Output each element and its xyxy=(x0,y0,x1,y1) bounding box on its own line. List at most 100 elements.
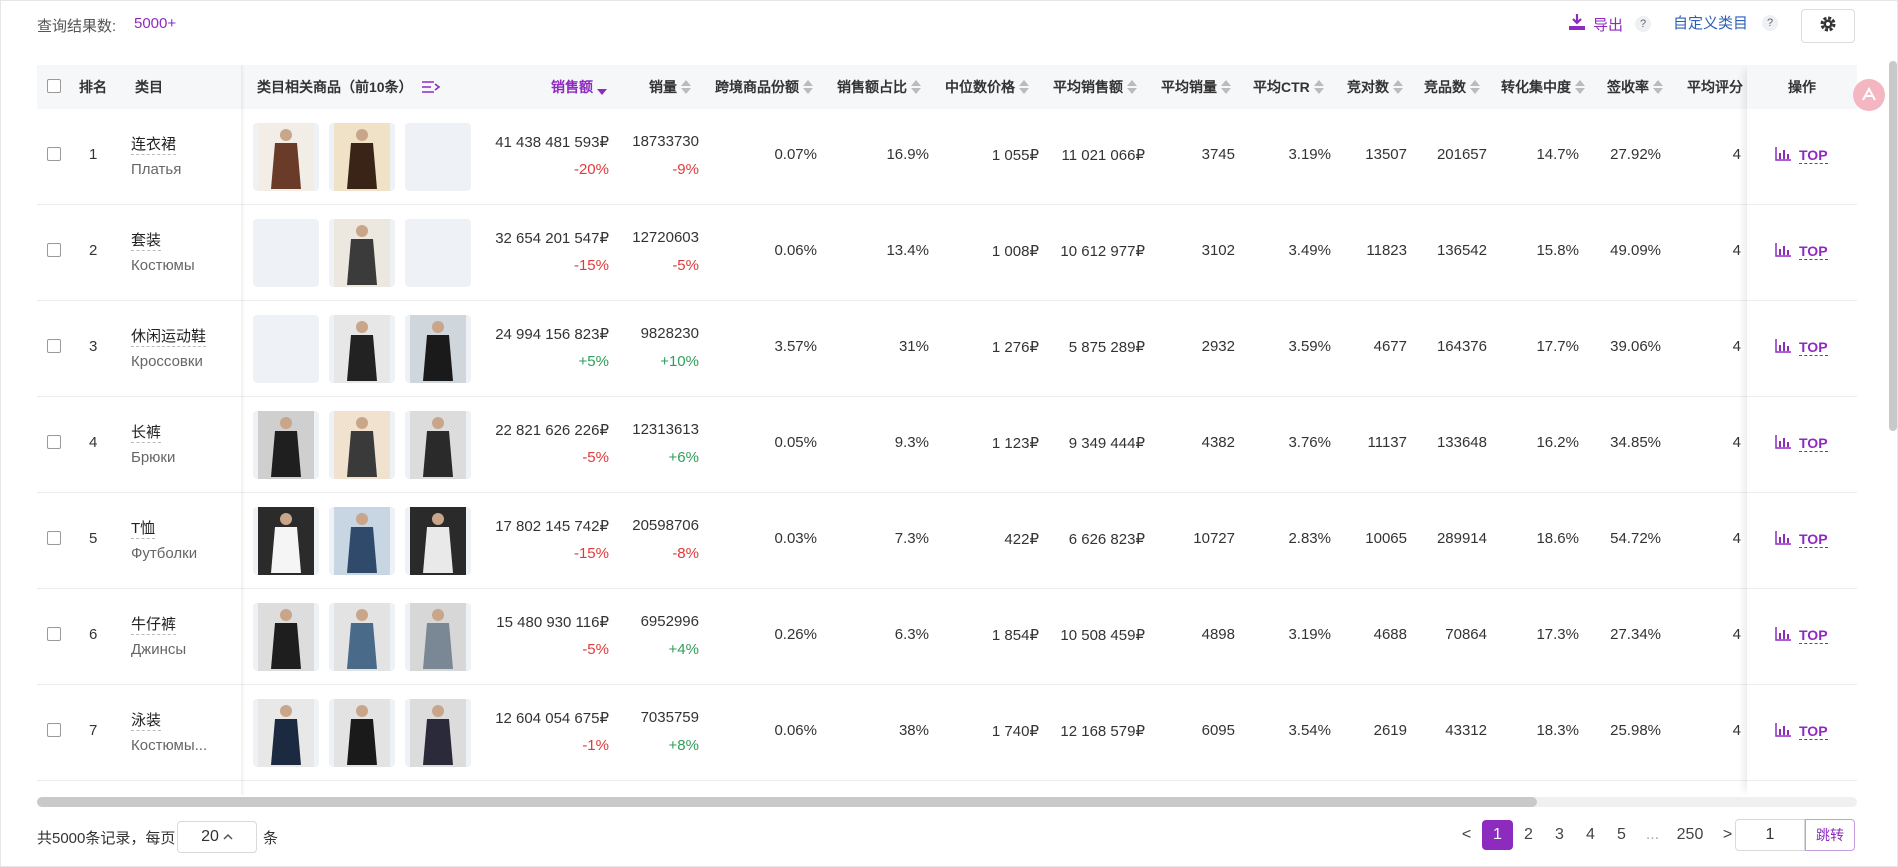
product-thumbnail[interactable] xyxy=(253,219,319,287)
table-row[interactable]: 2 套装 Костюмы 32 654 201 547₽ -15% 12720603 -5%… xyxy=(37,205,1857,301)
bar-chart-icon[interactable] xyxy=(1775,627,1791,644)
page-button[interactable]: 250 xyxy=(1668,820,1712,850)
col-volume[interactable]: 销量 xyxy=(617,65,691,109)
row-actions: TOP xyxy=(1775,627,1828,644)
row-checkbox[interactable] xyxy=(47,243,61,257)
row-checkbox[interactable] xyxy=(47,147,61,161)
category-name-cn[interactable]: 泳装 xyxy=(131,709,162,731)
expand-columns-icon[interactable] xyxy=(421,80,441,94)
jump-page-input[interactable]: 1 xyxy=(1735,819,1805,851)
col-avg-sales[interactable]: 平均销售额 xyxy=(1053,65,1137,109)
category-name-cn[interactable]: 牛仔裤 xyxy=(131,613,177,635)
product-thumbnail[interactable] xyxy=(405,219,471,287)
product-thumbnail[interactable] xyxy=(329,603,395,671)
help-icon[interactable]: ? xyxy=(1635,16,1652,32)
category-name-cn[interactable]: 连衣裙 xyxy=(131,133,177,155)
category-name-ru: Кроссовки xyxy=(131,353,203,370)
category-name-cn[interactable]: 休闲运动鞋 xyxy=(131,325,207,347)
col-conversion[interactable]: 转化集中度 xyxy=(1501,65,1585,109)
bar-chart-icon[interactable] xyxy=(1775,531,1791,548)
top-link[interactable]: TOP xyxy=(1799,243,1828,260)
top-link[interactable]: TOP xyxy=(1799,435,1828,452)
category-name-cn[interactable]: T恤 xyxy=(131,517,156,539)
product-thumbnail[interactable] xyxy=(329,219,395,287)
col-rating[interactable]: 平均评分 xyxy=(1687,65,1743,109)
table-row[interactable]: 1 连衣裙 Платья 41 438 481 593₽ -20% 18733730 -9%… xyxy=(37,109,1857,205)
row-checkbox[interactable] xyxy=(47,723,61,737)
product-thumbnail[interactable] xyxy=(405,123,471,191)
top-link[interactable]: TOP xyxy=(1799,627,1828,644)
volume-change: +4% xyxy=(668,641,699,658)
table-row[interactable]: 5 T恤 Футболки 17 802 145 742₽ -15% 20598706 -8… xyxy=(37,493,1857,589)
category-name-cn[interactable]: 套装 xyxy=(131,229,162,251)
bar-chart-icon[interactable] xyxy=(1775,723,1791,740)
competing-items: 43312 xyxy=(1445,722,1487,739)
bar-chart-icon[interactable] xyxy=(1775,147,1791,164)
category-name-cn[interactable]: 长裤 xyxy=(131,421,162,443)
product-thumbnail[interactable] xyxy=(405,507,471,575)
col-crossborder[interactable]: 跨境商品份额 xyxy=(715,65,813,109)
product-thumbnail[interactable] xyxy=(329,315,395,383)
bar-chart-icon[interactable] xyxy=(1775,243,1791,260)
top-link[interactable]: TOP xyxy=(1799,723,1828,740)
product-thumbnail[interactable] xyxy=(253,507,319,575)
page-button[interactable]: 1 xyxy=(1482,820,1513,850)
col-competing-items[interactable]: 竞品数 xyxy=(1424,65,1480,109)
col-products: 类目相关商品（前10条） xyxy=(257,65,441,109)
page-button[interactable]: 3 xyxy=(1544,820,1575,850)
product-thumbnail[interactable] xyxy=(329,411,395,479)
product-thumbnail[interactable] xyxy=(253,699,319,767)
table-row[interactable]: 3 休闲运动鞋 Кроссовки 24 994 156 823₽ +5% 9828230… xyxy=(37,301,1857,397)
table-row[interactable]: 4 长裤 Брюки 22 821 626 226₽ -5% 12313613 +6% 0.0… xyxy=(37,397,1857,493)
col-avg-ctr[interactable]: 平均CTR xyxy=(1253,65,1324,109)
page-ellipsis[interactable]: ... xyxy=(1637,820,1668,850)
product-thumbnail[interactable] xyxy=(405,699,471,767)
page-button[interactable]: 4 xyxy=(1575,820,1606,850)
page-button[interactable]: 5 xyxy=(1606,820,1637,850)
receipt-rate: 25.98% xyxy=(1610,722,1661,739)
col-avg-volume[interactable]: 平均销量 xyxy=(1161,65,1231,109)
horizontal-scrollbar[interactable] xyxy=(37,797,1857,807)
bar-chart-icon[interactable] xyxy=(1775,435,1791,452)
col-competitors[interactable]: 竞对数 xyxy=(1347,65,1403,109)
jump-button[interactable]: 跳转 xyxy=(1805,819,1855,851)
export-button[interactable]: 导出 ? xyxy=(1567,12,1652,36)
product-thumbnail[interactable] xyxy=(405,411,471,479)
top-link[interactable]: TOP xyxy=(1799,531,1828,548)
product-thumbnail[interactable] xyxy=(405,603,471,671)
page-button[interactable]: 2 xyxy=(1513,820,1544,850)
product-thumbnail[interactable] xyxy=(253,603,319,671)
col-receipt[interactable]: 签收率 xyxy=(1607,65,1663,109)
table-row[interactable]: 7 泳装 Костюмы... 12 604 054 675₽ -1% 7035759 +8… xyxy=(37,685,1857,781)
vertical-scrollbar[interactable] xyxy=(1889,61,1897,431)
custom-category-button[interactable]: 自定义类目 ? xyxy=(1673,12,1779,33)
category-name-ru: Костюмы... xyxy=(131,737,208,754)
product-thumbnail[interactable] xyxy=(329,123,395,191)
table-row[interactable]: 6 牛仔裤 Джинсы 15 480 930 116₽ -5% 6952996 +4% 0.… xyxy=(37,589,1857,685)
bar-chart-icon[interactable] xyxy=(1775,339,1791,356)
page-size-select[interactable]: 20 xyxy=(177,821,257,853)
top-link[interactable]: TOP xyxy=(1799,147,1828,164)
avg-rating: 4 xyxy=(1732,626,1741,643)
row-checkbox[interactable] xyxy=(47,531,61,545)
fixed-column-shadow xyxy=(241,65,245,795)
product-thumbnail[interactable] xyxy=(253,315,319,383)
row-checkbox[interactable] xyxy=(47,339,61,353)
product-thumbnail[interactable] xyxy=(253,411,319,479)
product-thumbnail[interactable] xyxy=(329,699,395,767)
horizontal-scrollbar-thumb[interactable] xyxy=(37,797,1537,807)
select-all-checkbox[interactable] xyxy=(47,79,61,93)
plugin-floating-icon[interactable] xyxy=(1853,79,1885,111)
prev-page-button[interactable]: < xyxy=(1451,820,1482,850)
settings-button[interactable] xyxy=(1801,9,1855,43)
help-icon[interactable]: ? xyxy=(1762,14,1779,31)
col-sales[interactable]: 销售额 xyxy=(527,65,607,109)
row-checkbox[interactable] xyxy=(47,627,61,641)
col-median-price[interactable]: 中位数价格 xyxy=(945,65,1029,109)
product-thumbnail[interactable] xyxy=(253,123,319,191)
top-link[interactable]: TOP xyxy=(1799,339,1828,356)
col-sales-share[interactable]: 销售额占比 xyxy=(837,65,921,109)
product-thumbnail[interactable] xyxy=(405,315,471,383)
product-thumbnail[interactable] xyxy=(329,507,395,575)
row-checkbox[interactable] xyxy=(47,435,61,449)
